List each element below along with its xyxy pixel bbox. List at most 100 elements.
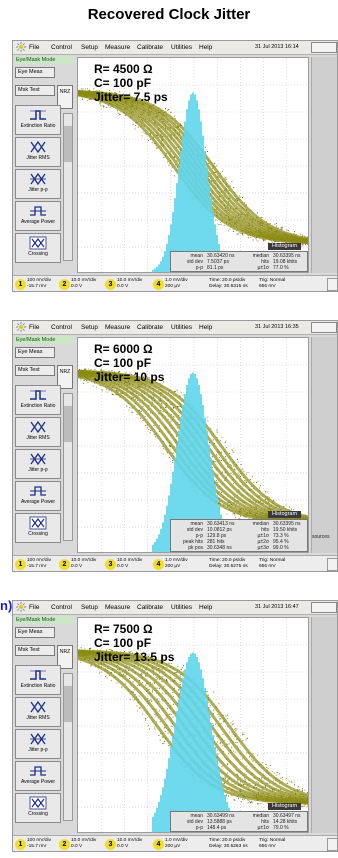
status-end-button[interactable] [327,278,337,291]
menu-setup[interactable]: Setup [81,44,98,51]
eye-sample-dot [177,406,179,408]
menu-control[interactable]: Control [51,604,72,611]
menu-help[interactable]: Help [199,604,212,611]
scroll-thumb[interactable] [64,686,72,722]
timebase-readout[interactable]: Time: 20.0 ps/div Delay: 30.5263 ns [209,838,248,850]
jitter-rms-button[interactable]: Jitter RMS [15,417,61,447]
menu-help[interactable]: Help [199,44,212,51]
eye-sample-dot [221,170,223,172]
status-end-button[interactable] [327,838,337,851]
trigger-readout[interactable]: Trig: Normal 656 mV [259,838,285,850]
sidebar-scrollbar[interactable] [63,673,73,821]
eye-sample-dot [233,187,235,189]
eye-sample-dot [215,461,217,463]
eye-sample-dot [132,124,134,126]
menu-measure[interactable]: Measure [105,604,130,611]
extinction-ratio-button[interactable]: Extinction Ratio [15,385,61,415]
eye-sample-dot [220,451,222,453]
eye-sample-dot [224,178,226,180]
histogram-bar [200,669,202,832]
average-power-button[interactable]: Average Power [15,761,61,791]
histogram-title[interactable]: Histogram [268,511,302,518]
timebase-readout[interactable]: Time: 20.0 ps/div Delay: 30.5315 ns [209,278,248,290]
eye-sample-dot [151,689,153,691]
eye-sample-dot [219,743,221,745]
menu-setup[interactable]: Setup [81,324,98,331]
stats-column: 30.63497 ns 14.28 khits 79.0 % [273,813,301,831]
menu-measure[interactable]: Measure [105,324,130,331]
eye-sample-dot [110,680,112,682]
menu-file[interactable]: File [29,44,39,51]
sources-label[interactable]: sources [312,534,337,540]
msk-test-button[interactable]: Msk Test [15,85,55,96]
msk-test-button[interactable]: Msk Test [15,645,55,656]
menu-file[interactable]: File [29,324,39,331]
jitter-rms-button[interactable]: Jitter RMS [15,697,61,727]
eye-meas-button[interactable]: Eye Meas [15,627,55,638]
eye-sample-dot [137,685,139,687]
sidebar-scrollbar[interactable] [63,113,73,261]
scroll-thumb[interactable] [64,406,72,442]
crossing-button[interactable]: Crossing [15,793,61,823]
menu-help[interactable]: Help [199,324,212,331]
channel-scale: 10.0 mV/div 0.0 V [117,838,142,850]
jitter-pp-button[interactable]: Jitter p-p [15,449,61,479]
menu-calibrate[interactable]: Calibrate [137,604,163,611]
menu-utilities[interactable]: Utilities [171,324,192,331]
menu-utilities[interactable]: Utilities [171,44,192,51]
eye-sample-dot [243,471,245,472]
eye-sample-dot [159,721,161,723]
histogram-title[interactable]: Histogram [268,243,302,250]
stats-column: 30.63395 ns 19.08 khits 77.0 % [273,253,301,271]
menu-utilities[interactable]: Utilities [171,604,192,611]
eye-sample-dot [307,240,308,242]
average-power-button[interactable]: Average Power [15,481,61,511]
msk-test-button[interactable]: Msk Test [15,365,55,376]
channel-scale: 1.0 mV/div 200 µV [165,558,188,570]
timebase-readout[interactable]: Time: 20.0 ps/div Delay: 30.5275 ns [209,558,248,570]
eye-sample-dot [235,751,237,753]
crossing-button[interactable]: Crossing [15,233,61,263]
window-button[interactable] [311,602,337,613]
eye-meas-button[interactable]: Eye Meas [15,67,55,78]
eye-sample-dot [253,481,255,483]
eye-sample-dot [234,728,236,730]
sidebar-scrollbar[interactable] [63,393,73,541]
eye-sample-dot [301,243,303,245]
menu-calibrate[interactable]: Calibrate [137,324,163,331]
crossing-button[interactable]: Crossing [15,513,61,543]
menu-control[interactable]: Control [51,324,72,331]
window-button[interactable] [311,42,337,53]
extinction-ratio-icon [30,670,46,680]
trigger-readout[interactable]: Trig: Normal 656 mV [259,278,285,290]
trigger-readout[interactable]: Trig: Normal 656 mV [259,558,285,570]
eye-sample-dot [126,405,128,407]
eye-sample-dot [158,679,160,681]
average-power-button[interactable]: Average Power [15,201,61,231]
histogram-title[interactable]: Histogram [268,803,302,810]
eye-sample-dot [174,391,176,393]
eye-sample-dot [166,452,168,454]
crossing-icon [29,796,47,810]
jitter-pp-button[interactable]: Jitter p-p [15,169,61,199]
jitter-rms-label: Jitter RMS [26,715,50,721]
scroll-thumb[interactable] [64,126,72,162]
eye-meas-button[interactable]: Eye Meas [15,347,55,358]
eye-sample-dot [293,781,295,783]
menu-file[interactable]: File [29,604,39,611]
menu-calibrate[interactable]: Calibrate [137,44,163,51]
menu-setup[interactable]: Setup [81,604,98,611]
status-end-button[interactable] [327,558,337,571]
jitter-pp-label: Jitter p-p [28,187,48,193]
crossing-label: Crossing [28,811,48,817]
window-button[interactable] [311,322,337,333]
extinction-ratio-button[interactable]: Extinction Ratio [15,105,61,135]
menu-control[interactable]: Control [51,44,72,51]
extinction-ratio-button[interactable]: Extinction Ratio [15,665,61,695]
eye-sample-dot [156,698,158,700]
menu-measure[interactable]: Measure [105,44,130,51]
jitter-rms-button[interactable]: Jitter RMS [15,137,61,167]
jitter-pp-button[interactable]: Jitter p-p [15,729,61,759]
eye-sample-dot [223,782,225,784]
eye-sample-dot [139,707,140,709]
